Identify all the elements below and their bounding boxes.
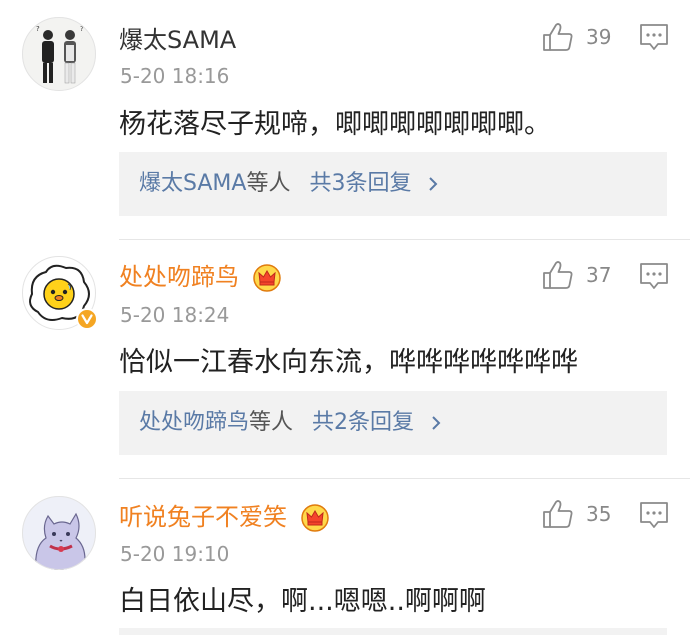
timestamp: 5-20 19:10: [120, 542, 230, 566]
username-text[interactable]: 听说兔子不爱笑: [119, 503, 287, 531]
thumbs-up-icon: [543, 500, 573, 528]
like-count: 35: [586, 502, 612, 526]
crown-badge-icon: [300, 504, 329, 532]
comment-bubble-icon: [640, 502, 668, 528]
username[interactable]: 听说兔子不爱笑: [119, 502, 329, 532]
comment-text: 白日依山尽，啊...嗯嗯..啊啊啊: [119, 586, 486, 617]
like-button[interactable]: 35: [542, 497, 620, 533]
comment-item: 听说兔子不爱笑 5-20 19:10 35 白日依山尽，啊...嗯嗯..啊啊啊: [0, 0, 690, 635]
reply-button[interactable]: [638, 500, 670, 532]
replies-summary-partial[interactable]: [119, 628, 667, 635]
avatar[interactable]: [22, 496, 96, 570]
